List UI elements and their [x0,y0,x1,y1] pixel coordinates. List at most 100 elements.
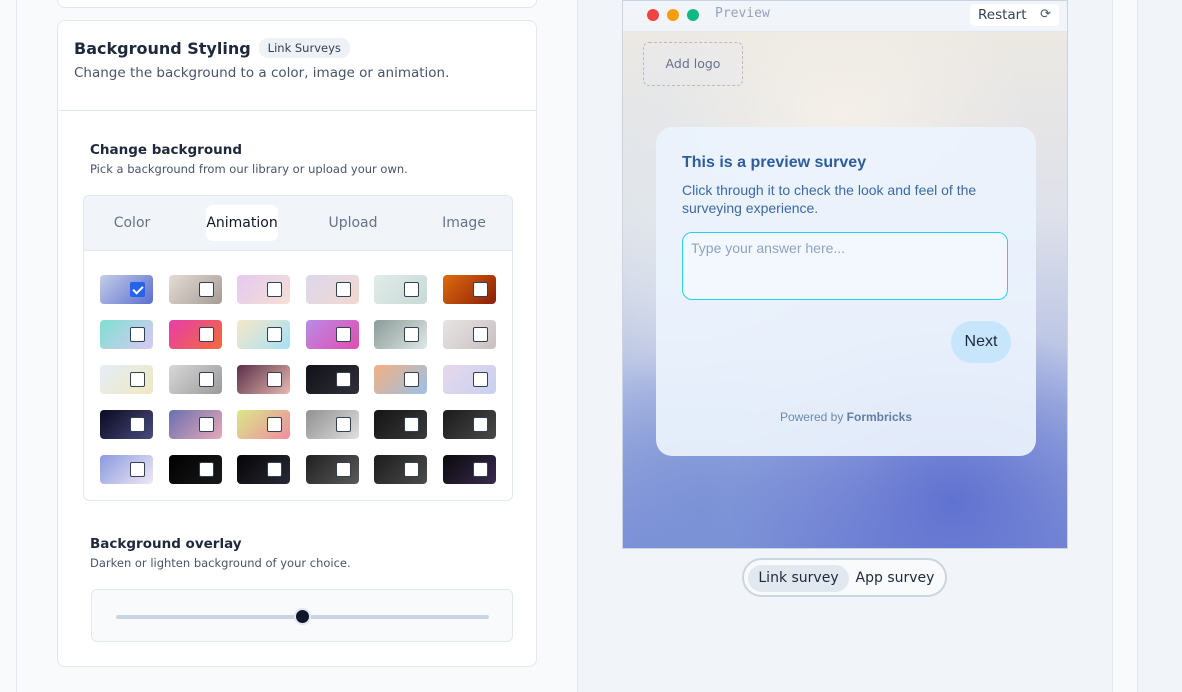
preview-window: Add logo This is a preview survey Click … [622,0,1068,549]
animation-swatch[interactable] [168,455,222,484]
preview-titlebar: Preview Restart ⟳ [623,1,1067,32]
change-background-title: Change background [90,142,242,158]
overlay-slider-thumb[interactable] [294,608,311,625]
swatch-checkbox[interactable] [198,327,214,342]
card-header[interactable]: Background Styling Link Surveys Change t… [58,21,536,111]
animation-swatch[interactable] [305,320,359,349]
animation-swatch[interactable] [168,275,222,304]
swatch-checkbox[interactable] [335,327,351,342]
formbricks-link[interactable]: Formbricks [847,410,912,424]
tab-color[interactable]: Color [96,205,168,241]
swatch-checkbox[interactable] [335,462,351,477]
restart-button[interactable]: Restart ⟳ [970,4,1059,26]
animation-swatch[interactable] [237,410,291,439]
animation-swatch[interactable] [305,275,359,304]
tab-bar: Color Animation Upload Image [84,196,512,251]
swatch-checkbox[interactable] [473,327,488,342]
survey-type-toggle: Link survey App survey [742,558,947,597]
change-background-description: Pick a background from our library or up… [90,162,408,176]
tab-animation[interactable]: Animation [206,205,278,241]
restart-icon: ⟳ [1040,7,1051,22]
animation-swatch[interactable] [237,365,291,394]
animation-swatch[interactable] [100,410,153,439]
swatch-checkbox[interactable] [404,462,420,477]
animation-swatch[interactable] [443,365,496,394]
animation-swatch[interactable] [168,365,222,394]
swatch-checkbox[interactable] [130,282,145,297]
swatch-checkbox[interactable] [335,417,351,432]
tab-image[interactable]: Image [428,205,500,241]
divider [1137,0,1138,692]
animated-background: Add logo This is a preview survey Click … [623,32,1067,548]
restart-label: Restart [978,7,1027,23]
swatch-checkbox[interactable] [335,282,351,297]
animation-swatch[interactable] [100,320,153,349]
add-logo-button[interactable]: Add logo [643,42,743,86]
animation-swatch[interactable] [374,410,428,439]
animation-swatch[interactable] [443,410,496,439]
animation-swatch[interactable] [100,275,153,304]
app-survey-option[interactable]: App survey [849,565,941,592]
animation-swatch[interactable] [443,275,496,304]
powered-by: Powered by Formbricks [656,410,1036,424]
animation-swatch[interactable] [374,320,428,349]
swatch-checkbox[interactable] [267,417,283,432]
swatch-checkbox[interactable] [130,462,145,477]
survey-title: This is a preview survey [682,154,867,171]
answer-input[interactable]: Type your answer here... [682,232,1008,300]
overlay-title: Background overlay [90,536,242,552]
animation-swatch[interactable] [305,410,359,439]
swatch-checkbox[interactable] [404,417,420,432]
swatch-checkbox[interactable] [335,372,351,387]
swatch-checkbox[interactable] [404,372,420,387]
powered-by-text: Powered by [779,410,844,424]
swatch-checkbox[interactable] [198,417,214,432]
maximize-dot [687,9,699,21]
swatch-checkbox[interactable] [198,282,214,297]
swatch-checkbox[interactable] [473,282,488,297]
swatch-checkbox[interactable] [404,327,420,342]
animation-swatch[interactable] [100,365,153,394]
swatch-checkbox[interactable] [404,282,420,297]
card-subtitle: Change the background to a color, image … [74,65,450,81]
previous-settings-card [57,0,537,8]
divider [16,0,17,692]
animation-swatch[interactable] [305,455,359,484]
animation-swatch[interactable] [443,320,496,349]
animation-swatch[interactable] [168,320,222,349]
swatch-checkbox[interactable] [267,282,283,297]
animation-swatch[interactable] [237,320,291,349]
animation-swatch[interactable] [374,365,428,394]
next-button[interactable]: Next [951,321,1011,363]
link-survey-option[interactable]: Link survey [748,565,849,592]
animation-swatch[interactable] [237,455,291,484]
animation-swatch[interactable] [374,455,428,484]
minimize-dot [667,9,679,21]
animation-swatch[interactable] [237,275,291,304]
card-title: Background Styling [74,38,251,58]
background-styling-card: Background Styling Link Surveys Change t… [57,20,537,667]
swatch-checkbox[interactable] [267,372,283,387]
swatch-checkbox[interactable] [198,372,214,387]
swatch-checkbox[interactable] [130,372,145,387]
overlay-slider-box [91,589,513,642]
link-surveys-badge: Link Surveys [258,38,350,58]
animation-swatch[interactable] [374,275,428,304]
swatch-checkbox[interactable] [473,417,488,432]
swatch-checkbox[interactable] [198,462,214,477]
tab-upload[interactable]: Upload [317,205,389,241]
animation-swatch[interactable] [100,455,153,484]
swatch-checkbox[interactable] [130,327,145,342]
swatch-checkbox[interactable] [267,462,283,477]
animation-swatch[interactable] [168,410,222,439]
preview-label: Preview [715,6,770,21]
animation-swatch[interactable] [305,365,359,394]
swatch-checkbox[interactable] [130,417,145,432]
animation-swatch[interactable] [443,455,496,484]
swatch-checkbox[interactable] [267,327,283,342]
swatch-checkbox[interactable] [473,462,488,477]
background-tabs: Color Animation Upload Image [83,195,513,501]
survey-subtitle: Click through it to check the look and f… [682,182,977,216]
page-edge [1138,0,1182,692]
swatch-checkbox[interactable] [473,372,488,387]
